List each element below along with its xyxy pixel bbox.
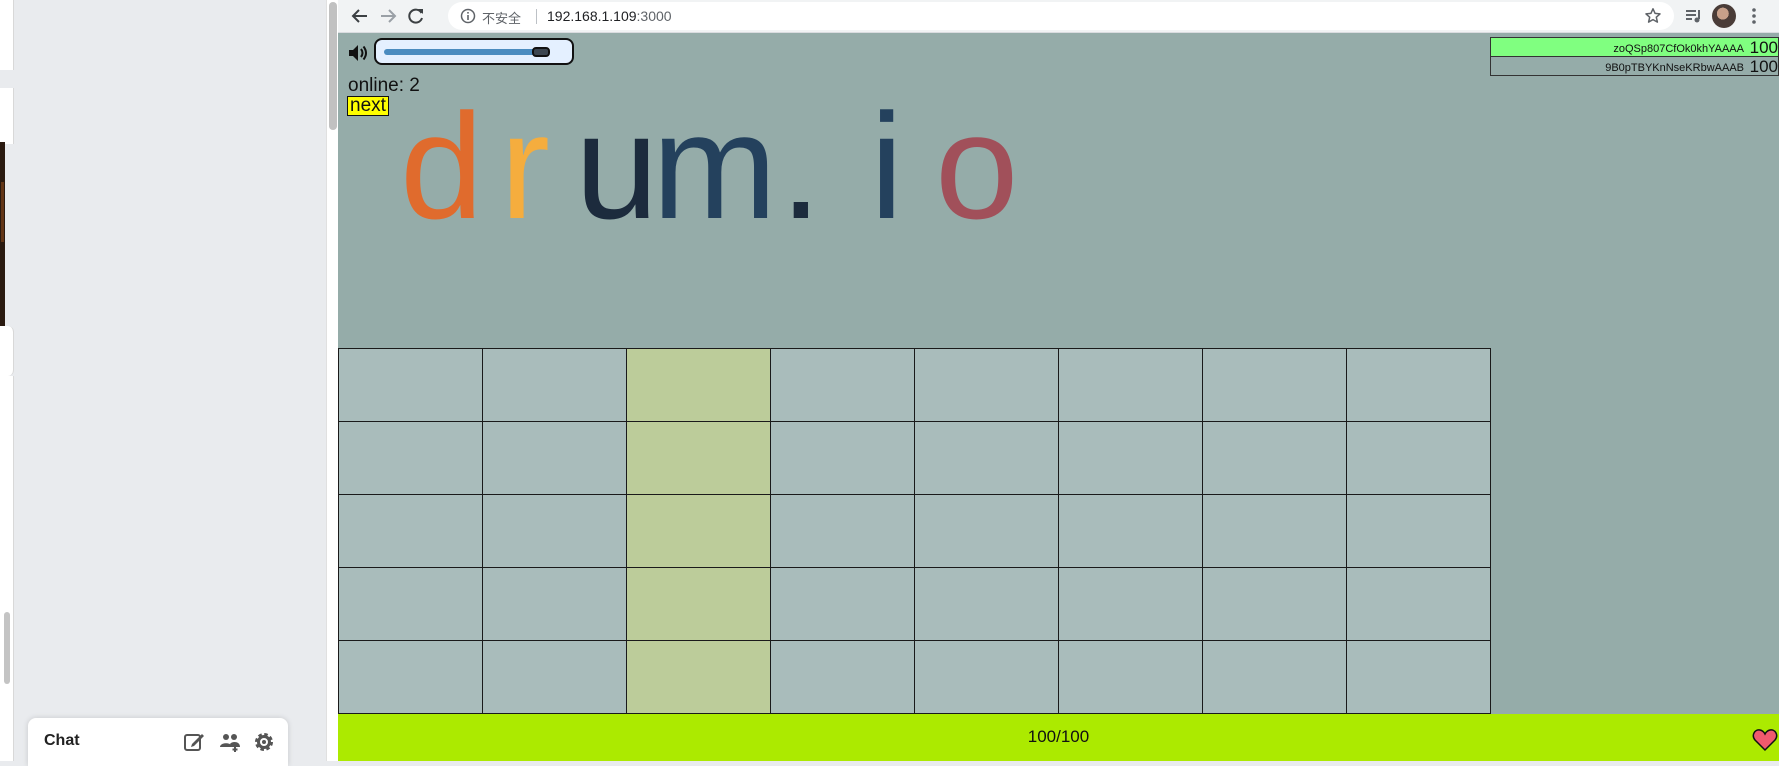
player-name: 9B0pTBYKnNseKRbwAAAB (1605, 62, 1744, 74)
grid-cell[interactable] (1346, 494, 1491, 568)
url-text[interactable]: 192.168.1.109:3000 (547, 8, 672, 24)
player-name: zoQSp807CfOk0khYAAAA (1613, 43, 1744, 55)
leaderboard-row: 9B0pTBYKnNseKRbwAAAB 100 (1490, 56, 1779, 76)
browser-toolbar: 不安全 192.168.1.109:3000 (338, 0, 1779, 33)
left-scrollbar-thumb[interactable] (4, 612, 10, 684)
grid-cell[interactable] (338, 640, 483, 714)
health-bar: 100/100 (338, 714, 1779, 761)
grid-cell[interactable] (1202, 348, 1347, 422)
security-label: 不安全 (482, 11, 522, 26)
logo-letter: o (935, 82, 1019, 250)
volume-slider-thumb[interactable] (532, 47, 550, 57)
health-text: 100/100 (1027, 727, 1090, 746)
forward-arrow-icon[interactable] (376, 4, 400, 28)
omnibox-divider (536, 9, 537, 24)
back-arrow-icon[interactable] (348, 4, 372, 28)
leaderboard: zoQSp807CfOk0khYAAAA 100 9B0pTBYKnNseKRbwA… (1490, 37, 1779, 76)
grid-cell[interactable] (338, 567, 483, 641)
grid-cell[interactable] (770, 640, 915, 714)
grid-cell[interactable] (1346, 421, 1491, 495)
left-edge-panel (0, 88, 14, 144)
grid-cell[interactable] (1058, 567, 1203, 641)
grid-cell[interactable] (338, 348, 483, 422)
grid-cell[interactable] (338, 421, 483, 495)
grid-cell[interactable] (914, 494, 1059, 568)
logo-letter: i (870, 82, 904, 250)
grid-cell[interactable] (482, 640, 627, 714)
grid-cell[interactable] (482, 348, 627, 422)
left-edge-panel (0, 326, 14, 376)
game-canvas[interactable]: online: 2 next drum.io zoQSp807CfOk0khYA… (338, 33, 1779, 761)
compose-icon[interactable] (182, 730, 206, 754)
info-icon[interactable] (460, 8, 476, 24)
grid-cell[interactable] (482, 567, 627, 641)
grid-cell[interactable] (1058, 640, 1203, 714)
grid-cell[interactable] (1058, 494, 1203, 568)
grid-cell[interactable] (1202, 567, 1347, 641)
grid-cell[interactable] (482, 421, 627, 495)
grid-cell[interactable] (626, 421, 771, 495)
grid-cell[interactable] (914, 348, 1059, 422)
grid-cell[interactable] (770, 421, 915, 495)
grid-cell[interactable] (1202, 640, 1347, 714)
kebab-menu-icon[interactable] (1750, 5, 1758, 27)
grid-cell[interactable] (1058, 348, 1203, 422)
reload-icon[interactable] (404, 4, 428, 28)
profile-avatar[interactable] (1712, 4, 1736, 28)
grid-cell[interactable] (770, 567, 915, 641)
player-score: 100 (1749, 57, 1778, 76)
media-control-icon[interactable] (1684, 6, 1704, 26)
grid-cell[interactable] (914, 640, 1059, 714)
logo-letter: d (400, 82, 484, 250)
logo-letter: . (780, 82, 822, 250)
grid-cell[interactable] (914, 421, 1059, 495)
heart-icon (1752, 728, 1778, 752)
grid-cell[interactable] (1202, 494, 1347, 568)
browser-window: 不安全 192.168.1.109:3000 online: 2 next dr… (338, 0, 1779, 761)
grid-cell[interactable] (626, 640, 771, 714)
address-bar[interactable]: 不安全 192.168.1.109:3000 (448, 2, 1674, 30)
next-button[interactable]: next (347, 96, 389, 116)
grid-cell[interactable] (626, 567, 771, 641)
url-port: :3000 (636, 8, 672, 24)
grid-cell[interactable] (1346, 348, 1491, 422)
left-edge-panel (0, 376, 14, 761)
page-scrollbar[interactable] (326, 0, 338, 761)
grid-cell[interactable] (914, 567, 1059, 641)
page-scrollbar-thumb[interactable] (329, 2, 337, 130)
chat-bar[interactable]: Chat (28, 718, 288, 766)
grid-cell[interactable] (770, 348, 915, 422)
grid-cell[interactable] (626, 348, 771, 422)
grid-cell[interactable] (1058, 421, 1203, 495)
grid-cell[interactable] (1346, 640, 1491, 714)
grid-cell[interactable] (626, 494, 771, 568)
chat-label: Chat (44, 732, 80, 749)
bookmark-star-icon[interactable] (1644, 7, 1662, 25)
grid-cell[interactable] (482, 494, 627, 568)
logo-letter: u (575, 82, 659, 250)
left-edge-thumbnail (0, 142, 5, 326)
grid-cell[interactable] (1202, 421, 1347, 495)
grid-cell[interactable] (1346, 567, 1491, 641)
speaker-icon[interactable] (347, 42, 369, 64)
leaderboard-row: zoQSp807CfOk0khYAAAA 100 (1490, 37, 1779, 57)
people-icon[interactable] (218, 730, 242, 754)
gear-icon[interactable] (252, 730, 276, 754)
grid-cell[interactable] (338, 494, 483, 568)
logo-letter: m (652, 82, 777, 250)
volume-slider[interactable] (374, 38, 574, 65)
url-host: 192.168.1.109 (547, 8, 637, 24)
left-edge-panel (0, 0, 14, 70)
player-score: 100 (1749, 38, 1778, 57)
grid-cell[interactable] (770, 494, 915, 568)
logo-letter: r (500, 82, 550, 250)
left-panel: Chat (0, 0, 338, 766)
volume-slider-fill (384, 49, 540, 55)
beat-grid[interactable] (338, 348, 1491, 714)
